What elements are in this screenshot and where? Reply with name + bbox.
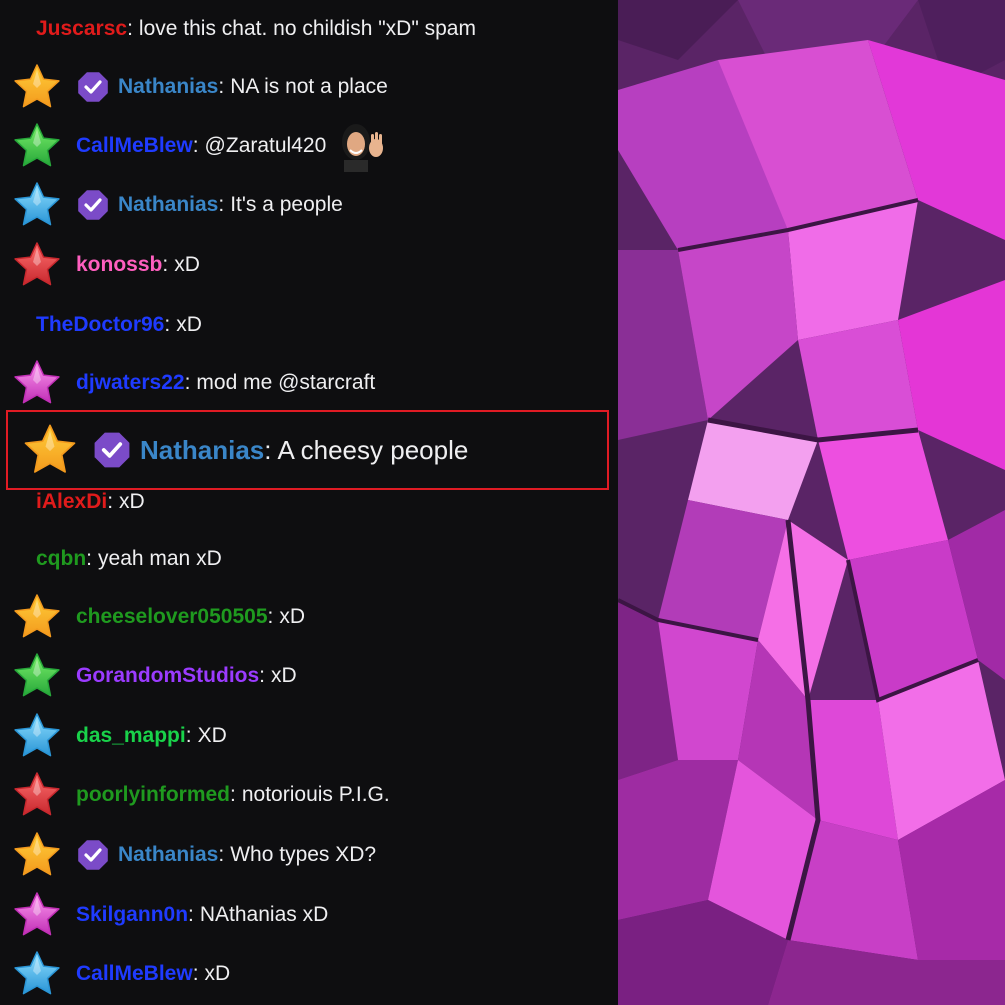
chat-message-text: notoriouis P.I.G. bbox=[241, 783, 390, 806]
chat-message-row: cqbn: yeah man xD bbox=[0, 530, 612, 588]
chat-message-text: xD bbox=[119, 490, 145, 513]
crystal-art-graphic bbox=[618, 0, 1005, 1005]
blue-star-icon bbox=[12, 711, 62, 761]
chat-message-row: GorandomStudios: xD bbox=[0, 647, 612, 705]
chat-message-row: CallMeBlew: @Zaratul420 bbox=[0, 117, 612, 175]
chat-username[interactable]: iAlexDi bbox=[36, 490, 107, 514]
username-separator: : bbox=[218, 843, 225, 866]
chat-username[interactable]: cqbn bbox=[36, 547, 86, 571]
gold-star-icon bbox=[12, 62, 62, 112]
username-separator: : bbox=[218, 193, 225, 216]
chat-username[interactable]: djwaters22 bbox=[76, 371, 185, 395]
username-separator: : bbox=[162, 253, 169, 276]
chat-message-row: konossb: xD bbox=[0, 236, 612, 294]
chat-message-text: xD bbox=[176, 313, 202, 336]
chat-message-text: love this chat. no childish "xD" spam bbox=[138, 17, 476, 40]
gold-star-icon bbox=[12, 592, 62, 642]
chat-message-text: xD bbox=[271, 664, 297, 687]
chat-username[interactable]: CallMeBlew bbox=[76, 134, 193, 158]
verified-checkmark-icon bbox=[76, 70, 110, 104]
username-separator: : bbox=[192, 962, 199, 985]
username-separator: : bbox=[127, 17, 133, 40]
chat-message-text: NAthanias xD bbox=[199, 903, 329, 926]
chat-username[interactable]: Skilgann0n bbox=[76, 903, 188, 927]
gold-star-icon bbox=[12, 830, 62, 880]
chat-username[interactable]: Nathanias bbox=[118, 843, 218, 867]
red-star-icon bbox=[12, 240, 62, 290]
username-separator: : bbox=[86, 547, 93, 570]
chat-username[interactable]: cheeselover050505 bbox=[76, 605, 268, 629]
verified-checkmark-icon bbox=[92, 430, 132, 470]
green-star-icon bbox=[12, 121, 62, 171]
chat-message-row: TheDoctor96: xD bbox=[0, 296, 612, 354]
chat-username[interactable]: Nathanias bbox=[140, 435, 264, 466]
chat-message-row: poorlyinformed: notoriouis P.I.G. bbox=[0, 766, 612, 824]
chat-message-text: xD bbox=[174, 253, 200, 276]
pink-star-icon bbox=[12, 358, 62, 408]
username-separator: : bbox=[264, 434, 272, 465]
chat-username[interactable]: konossb bbox=[76, 253, 162, 277]
chat-message-text: It's a people bbox=[230, 193, 343, 216]
pink-star-icon bbox=[12, 890, 62, 940]
chat-message-text: yeah man xD bbox=[98, 547, 222, 570]
chat-message-text: XD bbox=[197, 724, 227, 747]
chat-message-text: @Zaratul420 bbox=[204, 134, 327, 157]
chat-username[interactable]: CallMeBlew bbox=[76, 962, 193, 986]
magenta-crystal-star-artwork bbox=[618, 0, 1005, 1005]
chat-message-row: Nathanias: Who types XD? bbox=[0, 826, 612, 884]
chat-username[interactable]: TheDoctor96 bbox=[36, 313, 164, 337]
chat-message-row: Juscarsc: love this chat. no childish "xD… bbox=[0, 0, 612, 58]
username-separator: : bbox=[267, 605, 274, 628]
chat-message-text: xD bbox=[204, 962, 231, 985]
chat-username[interactable]: das_mappi bbox=[76, 724, 186, 748]
chat-username[interactable]: Nathanias bbox=[118, 75, 218, 99]
chat-message-row: Skilgann0n: NAthanias xD bbox=[0, 886, 612, 944]
chat-message-row: CallMeBlew: xD bbox=[0, 945, 612, 1003]
chat-panel: Juscarsc: love this chat. no childish "xD… bbox=[0, 0, 618, 1005]
chat-message-row: iAlexDi: xD bbox=[0, 473, 612, 531]
green-star-icon bbox=[12, 651, 62, 701]
chat-message-row: Nathanias: It's a people bbox=[0, 176, 612, 234]
chat-message-row: cheeselover050505: xD bbox=[0, 588, 612, 646]
waving-woman-emote-icon bbox=[336, 120, 389, 172]
chat-username[interactable]: Juscarsc bbox=[36, 17, 127, 41]
username-separator: : bbox=[107, 490, 114, 513]
blue-star-icon bbox=[12, 180, 62, 230]
chat-message-row: das_mappi: XD bbox=[0, 707, 612, 765]
username-separator: : bbox=[230, 783, 236, 806]
verified-checkmark-icon bbox=[76, 188, 110, 222]
chat-message-text: NA is not a place bbox=[230, 75, 388, 98]
blue-star-icon bbox=[12, 949, 62, 999]
chat-username[interactable]: Nathanias bbox=[118, 193, 218, 217]
chat-message-row: djwaters22: mod me @starcraft bbox=[0, 354, 612, 412]
gold-star-icon bbox=[22, 422, 78, 478]
chat-username[interactable]: GorandomStudios bbox=[76, 664, 259, 688]
chat-message-text: mod me @starcraft bbox=[196, 371, 376, 394]
chat-message-text: A cheesy people bbox=[277, 434, 469, 465]
username-separator: : bbox=[188, 903, 194, 926]
username-separator: : bbox=[185, 724, 192, 747]
chat-message-text: Who types XD? bbox=[230, 843, 377, 866]
username-separator: : bbox=[259, 664, 266, 687]
verified-checkmark-icon bbox=[76, 838, 110, 872]
red-star-icon bbox=[12, 770, 62, 820]
username-separator: : bbox=[164, 313, 171, 336]
chat-message-text: xD bbox=[279, 605, 306, 628]
chat-message-row: Nathanias: NA is not a place bbox=[0, 58, 612, 116]
username-separator: : bbox=[218, 75, 225, 98]
username-separator: : bbox=[192, 134, 199, 157]
username-separator: : bbox=[184, 371, 191, 394]
chat-username[interactable]: poorlyinformed bbox=[76, 783, 230, 807]
